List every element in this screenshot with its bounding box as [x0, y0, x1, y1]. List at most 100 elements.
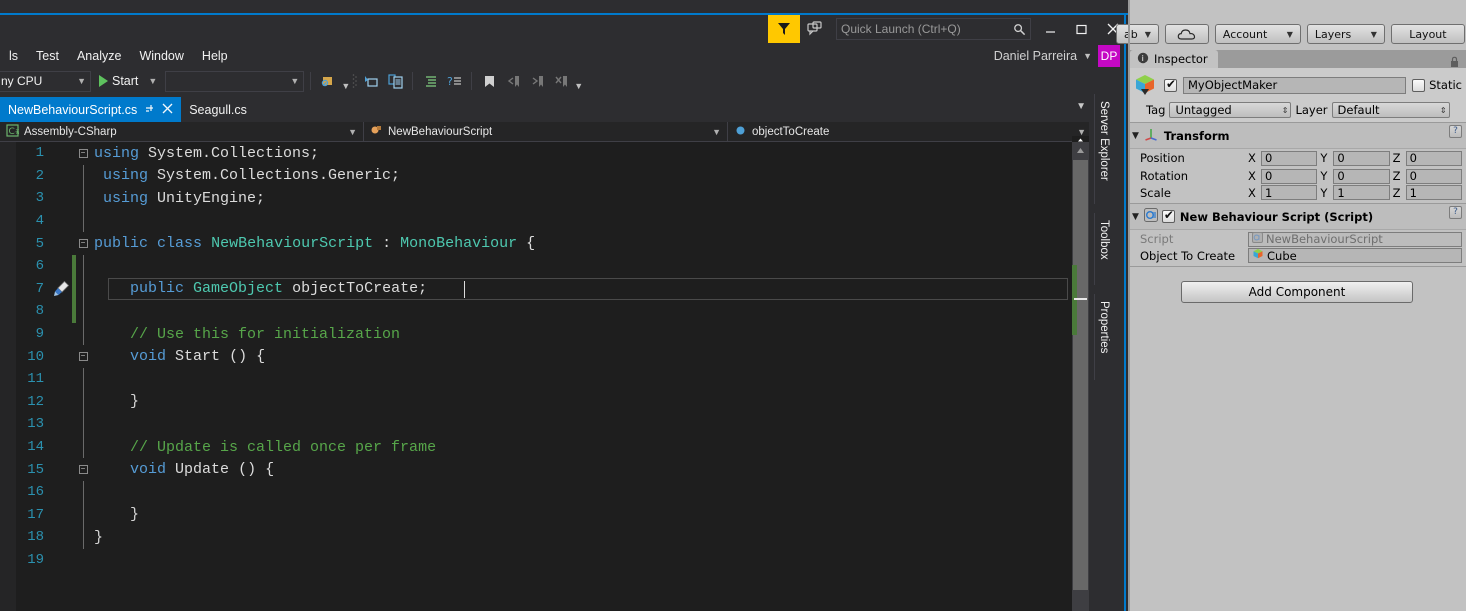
- code-line[interactable]: 8: [0, 300, 535, 323]
- component-header[interactable]: ▼ Transform ?: [1128, 123, 1466, 149]
- rotation-z-field[interactable]: 0: [1405, 168, 1462, 184]
- feedback-bubble-icon[interactable]: [800, 15, 830, 43]
- account-button[interactable]: Account ▼: [1214, 24, 1301, 44]
- code-editor[interactable]: 1− using System.Collections; 2 using Syste…: [0, 142, 1072, 611]
- cloud-icon[interactable]: [1164, 24, 1209, 44]
- editor-vertical-scrollbar[interactable]: [1072, 142, 1089, 611]
- project-combo[interactable]: C# Assembly-CSharp ▼: [0, 122, 364, 141]
- code-line[interactable]: 9 // Use this for initialization: [0, 322, 535, 346]
- code-line[interactable]: 1 − using System.Collections;: [0, 142, 535, 165]
- feedback-flag-icon[interactable]: [768, 15, 800, 43]
- indent-icon[interactable]: [419, 70, 441, 92]
- code-line[interactable]: 10 − void Start () {: [0, 345, 535, 368]
- menu-item-tools[interactable]: ls: [0, 46, 27, 66]
- collapse-icon[interactable]: −: [78, 239, 88, 249]
- close-icon[interactable]: [162, 103, 173, 116]
- menu-item-test[interactable]: Test: [27, 46, 68, 66]
- foldout-arrow-icon[interactable]: ▼: [1132, 212, 1139, 222]
- code-line[interactable]: 3 using UnityEngine;: [0, 187, 535, 210]
- toolbar-search-combo[interactable]: ▼: [165, 70, 305, 92]
- scale-y-field[interactable]: 1: [1333, 185, 1390, 200]
- tab-seagull[interactable]: Seagull.cs: [181, 97, 255, 122]
- rotation-y-field[interactable]: 0: [1333, 168, 1390, 184]
- tab-overflow-caret[interactable]: ▼: [1076, 101, 1086, 112]
- collab-button[interactable]: ab ▼: [1116, 24, 1159, 44]
- toolbar-overflow-caret[interactable]: ▼: [574, 81, 583, 91]
- collapse-icon[interactable]: −: [78, 465, 88, 475]
- scale-x-field[interactable]: 1: [1261, 185, 1318, 200]
- object-to-create-field[interactable]: Cube: [1248, 248, 1462, 263]
- avatar[interactable]: DP: [1098, 45, 1120, 67]
- add-component-button[interactable]: Add Component: [1181, 281, 1413, 303]
- code-line[interactable]: 2 using System.Collections.Generic;: [0, 164, 535, 188]
- scale-z-field[interactable]: 1: [1405, 185, 1462, 200]
- compare-files-icon[interactable]: [384, 70, 406, 92]
- bookmark-icon[interactable]: [478, 70, 500, 92]
- vtab-toolbox[interactable]: Toolbox: [1094, 213, 1113, 285]
- static-toggle[interactable]: Static: [1412, 78, 1462, 92]
- step-into-icon[interactable]: [360, 70, 382, 92]
- prev-bookmark-icon[interactable]: [502, 70, 524, 92]
- code-line[interactable]: 7 public GameObject objectToCreate;: [0, 277, 1068, 301]
- layout-button[interactable]: Layout: [1390, 24, 1465, 44]
- help-icon[interactable]: ?: [1449, 206, 1462, 219]
- platform-combo[interactable]: ny CPU ▼: [0, 70, 91, 92]
- chevron-down-icon[interactable]: ▼: [341, 81, 350, 91]
- class-combo[interactable]: NewBehaviourScript ▼: [364, 122, 728, 141]
- gameobject-enabled-checkbox[interactable]: [1164, 77, 1177, 92]
- fold-control[interactable]: −: [76, 148, 90, 158]
- tag-dropdown[interactable]: Untagged ⇕: [1169, 102, 1292, 118]
- script-enabled-checkbox[interactable]: [1161, 208, 1175, 223]
- find-in-files-icon[interactable]: [317, 70, 339, 92]
- code-line[interactable]: 15 − void Update () {: [0, 458, 535, 481]
- code-line[interactable]: 12 }: [0, 390, 535, 414]
- next-bookmark-icon[interactable]: [526, 70, 548, 92]
- code-line[interactable]: 19: [0, 549, 535, 572]
- chevron-down-icon[interactable]: ▼: [1083, 51, 1092, 61]
- code-line[interactable]: 4: [0, 209, 535, 233]
- code-line[interactable]: 6: [0, 254, 535, 278]
- code-line[interactable]: 14 // Update is called once per frame: [0, 435, 535, 459]
- code-line[interactable]: 18}: [0, 526, 535, 549]
- gameobject-name-field[interactable]: MyObjectMaker: [1183, 76, 1407, 94]
- position-y-field[interactable]: 0: [1333, 150, 1390, 166]
- component-header[interactable]: ▼ New Behaviour Script (Script) ?: [1128, 204, 1466, 230]
- code-line[interactable]: 11: [0, 367, 535, 391]
- code-line[interactable]: 5 − public class NewBehaviourScript : Mono…: [0, 232, 536, 255]
- code-line[interactable]: 17 }: [0, 503, 535, 527]
- fold-control[interactable]: −: [76, 239, 90, 249]
- fold-control[interactable]: −: [76, 352, 90, 362]
- foldout-arrow-icon[interactable]: ▼: [1132, 131, 1139, 141]
- tab-newbehaviourscript[interactable]: NewBehaviourScript.cs: [0, 97, 182, 122]
- vtab-properties[interactable]: Properties: [1094, 294, 1113, 380]
- code-line[interactable]: 16: [0, 480, 535, 504]
- layer-dropdown[interactable]: Default ⇕: [1331, 102, 1450, 118]
- chevron-down-icon[interactable]: ▼: [148, 76, 157, 86]
- collapse-icon[interactable]: −: [78, 352, 88, 362]
- menu-item-help[interactable]: Help: [193, 46, 237, 66]
- help-icon[interactable]: ?: [1449, 125, 1462, 138]
- scroll-up-arrow[interactable]: [1072, 142, 1089, 159]
- rotation-x-field[interactable]: 0: [1261, 168, 1318, 184]
- position-z-field[interactable]: 0: [1405, 150, 1462, 166]
- collapse-icon[interactable]: −: [78, 148, 88, 158]
- start-debug-button[interactable]: Start ▼: [93, 70, 163, 92]
- code-line[interactable]: 13: [0, 413, 535, 436]
- pin-icon[interactable]: [144, 103, 155, 116]
- menu-item-window[interactable]: Window: [130, 46, 192, 66]
- static-checkbox[interactable]: [1412, 78, 1426, 92]
- clear-bookmarks-icon[interactable]: [550, 70, 572, 92]
- quick-launch-input[interactable]: [841, 22, 1012, 36]
- comment-icon[interactable]: ?: [443, 70, 465, 92]
- fold-control[interactable]: −: [76, 465, 90, 475]
- account-name[interactable]: Daniel Parreira: [994, 49, 1077, 63]
- tab-inspector[interactable]: i Inspector: [1130, 50, 1218, 68]
- member-combo[interactable]: objectToCreate ▼: [728, 122, 1092, 141]
- position-x-field[interactable]: 0: [1261, 150, 1318, 166]
- quick-launch-box[interactable]: [836, 18, 1031, 40]
- minimize-button[interactable]: [1035, 16, 1066, 42]
- quick-actions-brush-icon[interactable]: [50, 280, 72, 297]
- maximize-button[interactable]: [1066, 16, 1097, 42]
- menu-item-analyze[interactable]: Analyze: [68, 46, 130, 66]
- toolbar-grip[interactable]: [352, 72, 358, 90]
